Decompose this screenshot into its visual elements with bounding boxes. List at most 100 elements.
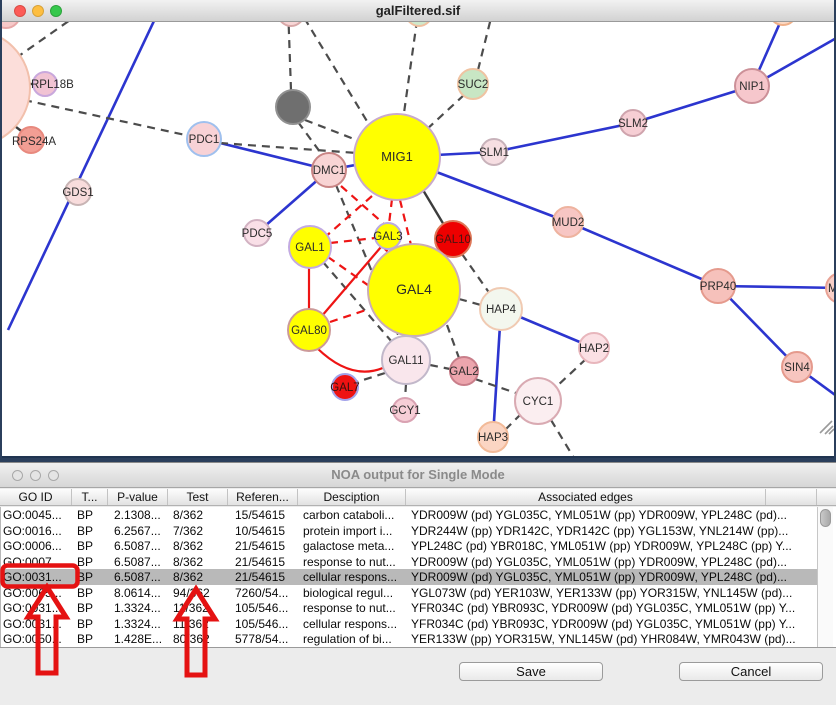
graph-node-label-GDS1: GDS1: [62, 187, 93, 199]
cell-ref: 105/546...: [235, 617, 297, 631]
window-title: NOA output for Single Mode: [0, 467, 836, 482]
save-button[interactable]: Save: [459, 662, 603, 681]
graph-edge: [403, 22, 419, 120]
column-header-associated-edges[interactable]: Associated edges: [406, 489, 766, 505]
graph-node-label-GAL80: GAL80: [291, 325, 327, 337]
graph-node-label-GAL3: GAL3: [373, 231, 402, 243]
graph-node-label-GAL4: GAL4: [396, 281, 432, 297]
cell-assoc: YFR034C (pd) YBR093C, YDR009W (pd) YGL03…: [411, 601, 815, 615]
graph-edge: [556, 359, 586, 387]
network-window-titlebar[interactable]: galFiltered.sif: [2, 0, 834, 22]
cell-desc: carbon cataboli...: [303, 508, 405, 522]
graph-edge: [357, 373, 385, 382]
cell-test: 8/362: [173, 508, 227, 522]
table-row[interactable]: GO:0016...BP6.2567...7/36210/54615protei…: [1, 523, 817, 539]
column-header-referen[interactable]: Referen...: [228, 489, 298, 505]
cell-assoc: YGL073W (pd) YER103W, YER133W (pp) YOR31…: [411, 586, 815, 600]
graph-node-label-MSN: MSN: [828, 283, 834, 295]
table-row[interactable]: GO:0045... BP 2.1308... 8/362 15/54615 carbon…: [1, 507, 817, 523]
graph-node-topGreen[interactable]: [406, 22, 432, 26]
noa-window-titlebar[interactable]: NOA output for Single Mode: [0, 463, 836, 488]
graph-node-label-SLM2: SLM2: [618, 118, 648, 130]
graph-edge: [478, 22, 494, 70]
vertical-scrollbar[interactable]: [817, 507, 833, 647]
graph-node-topPeach[interactable]: [769, 22, 797, 25]
graph-node-cornerTL[interactable]: [2, 22, 20, 28]
column-header-go-id[interactable]: GO ID: [0, 489, 72, 505]
cell-type: BP: [77, 570, 105, 584]
cell-type: BP: [77, 508, 105, 522]
cell-ref: 21/54615: [235, 570, 297, 584]
cell-assoc: YDR009W (pd) YGL035C, YML051W (pp) YDR00…: [411, 508, 815, 522]
cell-pvalue: 2.1308...: [114, 508, 168, 522]
cell-assoc: YDR009W (pd) YGL035C, YML051W (pp) YDR00…: [411, 555, 815, 569]
graph-node-label-HAP4: HAP4: [486, 304, 517, 316]
cell-pvalue: 6.5087...: [114, 539, 168, 553]
column-header-test[interactable]: Test: [168, 489, 228, 505]
table-row[interactable]: GO:0065...BP8.0614...94/3627260/54...bio…: [1, 585, 817, 601]
cell-assoc: YER133W (pp) YOR315W, YNL145W (pd) YHR08…: [411, 632, 815, 646]
cell-desc: protein import i...: [303, 524, 405, 538]
cell-ref: 15/54615: [235, 508, 297, 522]
cancel-button[interactable]: Cancel: [679, 662, 823, 681]
column-header-filler[interactable]: [766, 489, 817, 505]
scrollbar-thumb[interactable]: [820, 509, 831, 527]
cell-pvalue: 6.5087...: [114, 555, 168, 569]
graph-node-label-NIP1: NIP1: [739, 81, 765, 93]
graph-edge: [288, 22, 291, 90]
noa-output-window: NOA output for Single Mode GO IDT...P-va…: [0, 462, 836, 704]
graph-node-topPink[interactable]: [278, 22, 304, 26]
graph-node-label-DMC1: DMC1: [313, 165, 346, 177]
network-window: galFiltered.sif RPL18BRPS24AGDS1PDC1DMC1…: [2, 0, 834, 458]
column-header-t[interactable]: T...: [72, 489, 108, 505]
table-row[interactable]: GO:0031...BP1.3324...11/362105/546...cel…: [1, 616, 817, 632]
graph-edge: [425, 95, 464, 131]
column-header-p-value[interactable]: P-value: [108, 489, 168, 505]
cell-test: 7/362: [173, 524, 227, 538]
graph-edge: [405, 384, 406, 399]
graph-node-label-PDC5: PDC5: [242, 228, 273, 240]
cell-type: BP: [77, 632, 105, 646]
graph-node-label-SUC2: SUC2: [458, 79, 489, 91]
graph-node-grayNode[interactable]: [276, 90, 310, 124]
graph-node-label-PDC1: PDC1: [189, 134, 220, 146]
table-row[interactable]: GO:0006...BP6.5087...8/36221/54615galact…: [1, 538, 817, 554]
cell-desc: regulation of bi...: [303, 632, 405, 646]
window-title: galFiltered.sif: [2, 3, 834, 18]
graph-node-label-MUD2: MUD2: [552, 217, 585, 229]
cell-desc: biological regul...: [303, 586, 405, 600]
resize-grip[interactable]: [820, 421, 832, 433]
cell-goid: GO:0050...: [3, 632, 73, 646]
cell-assoc: YDR009W (pd) YGL035C, YML051W (pp) YDR00…: [411, 570, 815, 584]
cell-type: BP: [77, 555, 105, 569]
cell-goid: GO:0031...: [3, 601, 73, 615]
graph-node-label-SLM1: SLM1: [479, 147, 509, 159]
graph-node-label-GAL2: GAL2: [449, 366, 478, 378]
cell-test: 8/362: [173, 570, 227, 584]
graph-edge: [447, 325, 459, 358]
network-canvas[interactable]: RPL18BRPS24AGDS1PDC1DMC1MIG1SUC2SLM1SLM2…: [2, 22, 834, 456]
graph-edge: [506, 414, 521, 429]
table-row-selected[interactable]: GO:0031...BP6.5087...8/36221/54615cellul…: [1, 569, 817, 585]
cell-assoc: YFR034C (pd) YBR093C, YDR009W (pd) YGL03…: [411, 617, 815, 631]
table-header: GO IDT...P-valueTestReferen...Desciption…: [0, 489, 836, 506]
table-body[interactable]: GO:0045... BP 2.1308... 8/362 15/54615 carbon…: [0, 507, 817, 647]
graph-node-label-HAP3: HAP3: [478, 432, 508, 444]
graph-node-label-RPS24A: RPS24A: [12, 136, 56, 148]
cell-goid: GO:0006...: [3, 539, 73, 553]
cell-goid: GO:0045...: [3, 508, 73, 522]
table-row[interactable]: GO:0031...BP1.3324...11/362105/546...res…: [1, 600, 817, 616]
cell-ref: 10/54615: [235, 524, 297, 538]
cell-ref: 21/54615: [235, 555, 297, 569]
graph-node-label-PRP40: PRP40: [700, 281, 736, 293]
graph-edge: [8, 22, 162, 330]
column-header-desciption[interactable]: Desciption: [298, 489, 406, 505]
cell-type: BP: [77, 539, 105, 553]
graph-edge: [430, 365, 450, 369]
table-row[interactable]: GO:0007...BP6.5087...8/36221/54615respon…: [1, 554, 817, 570]
graph-node-label-GCY1: GCY1: [389, 405, 420, 417]
graph-edge: [330, 238, 375, 243]
graph-node-label-CYC1: CYC1: [523, 396, 554, 408]
cell-type: BP: [77, 524, 105, 538]
table-row[interactable]: GO:0050...BP1.428E...80/3625778/54...reg…: [1, 631, 817, 647]
